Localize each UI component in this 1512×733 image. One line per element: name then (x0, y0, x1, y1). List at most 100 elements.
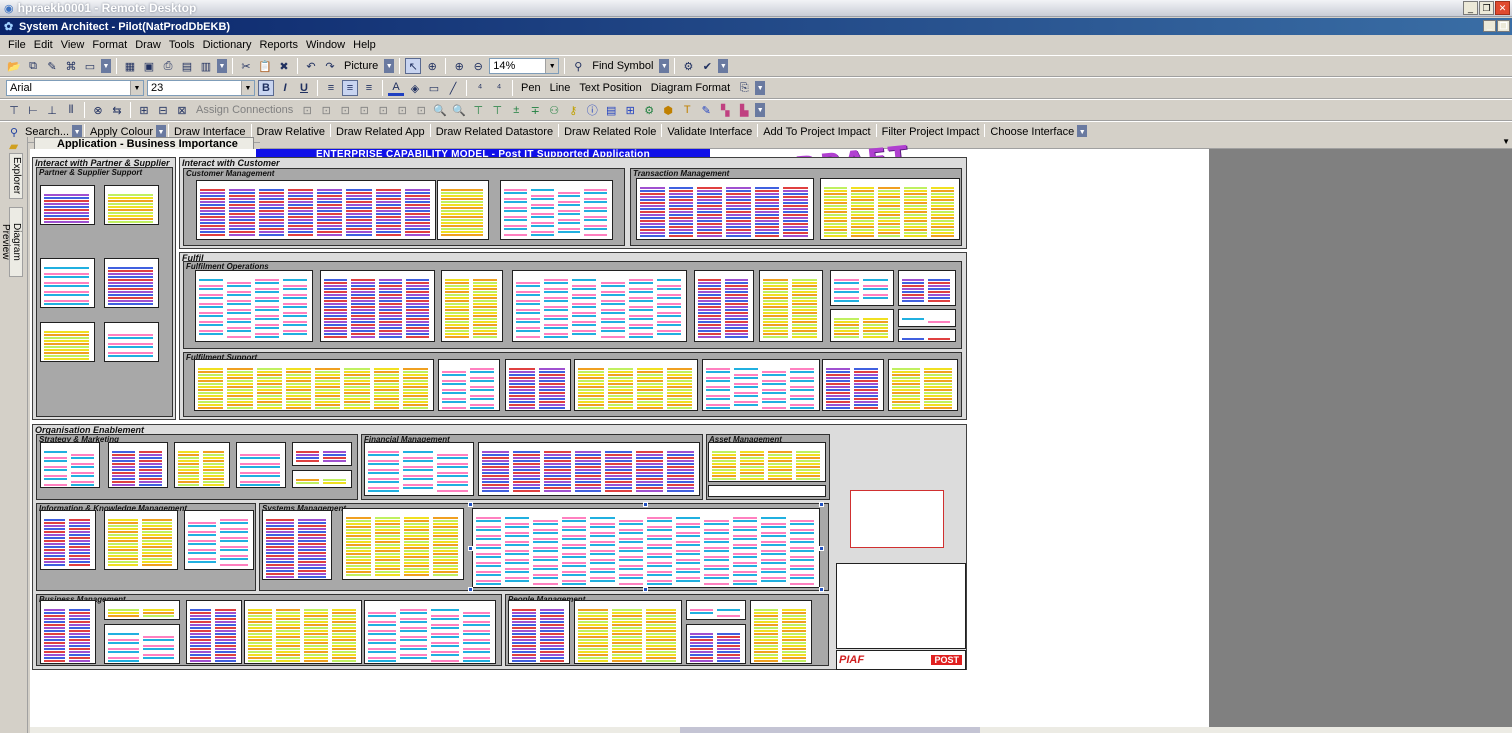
binoculars-icon[interactable]: ⚲ (570, 58, 586, 74)
save-icon[interactable]: ▣ (141, 58, 157, 74)
key-icon[interactable]: ⚷ (565, 102, 581, 118)
check-dropdown[interactable]: ▼ (718, 59, 729, 73)
add-icon[interactable]: ± (508, 102, 524, 118)
align-middle-icon[interactable]: ⊢ (25, 102, 41, 118)
capability-box[interactable] (40, 258, 95, 308)
bold-button[interactable]: B (258, 80, 274, 96)
capability-box[interactable] (888, 359, 958, 411)
capability-box[interactable] (820, 178, 960, 240)
undo-icon[interactable]: ↶ (303, 58, 319, 74)
capability-box[interactable] (437, 180, 489, 240)
app-minimize-button[interactable]: _ (1483, 20, 1496, 32)
preview-icon[interactable]: ▤ (179, 58, 195, 74)
capability-box[interactable] (104, 600, 180, 620)
capability-box[interactable] (364, 600, 496, 664)
zoom-out-icon[interactable]: ⊖ (470, 58, 486, 74)
capability-box[interactable] (686, 600, 746, 620)
menu-edit[interactable]: Edit (34, 39, 53, 51)
search-icon[interactable]: 🔍 (432, 102, 448, 118)
layout-dropdown[interactable]: ▼ (755, 103, 766, 117)
capability-box[interactable] (40, 600, 96, 664)
cut-icon[interactable]: ✂ (238, 58, 254, 74)
capability-box[interactable] (636, 178, 814, 240)
selection-handle[interactable] (819, 502, 824, 507)
text-size-down-icon[interactable]: ⁴ (491, 80, 507, 96)
print-icon[interactable]: ⎙ (160, 58, 176, 74)
fill-color-icon[interactable]: ◈ (407, 80, 423, 96)
capability-box[interactable] (40, 185, 95, 225)
copy-icon[interactable]: ⧉ (25, 58, 41, 74)
menu-tools[interactable]: Tools (169, 39, 195, 51)
menu-view[interactable]: View (61, 39, 85, 51)
capability-box[interactable] (694, 270, 754, 342)
selection-handle[interactable] (468, 546, 473, 551)
delete-icon[interactable]: ✖ (276, 58, 292, 74)
capability-box[interactable] (830, 309, 894, 342)
open-icon[interactable]: 📂 (6, 58, 22, 74)
scroll-right-icon[interactable]: ▼ (1502, 137, 1510, 146)
capability-box[interactable] (244, 600, 362, 664)
group-icon[interactable]: ⚇ (546, 102, 562, 118)
capability-box[interactable] (750, 600, 812, 664)
capability-box[interactable] (108, 442, 168, 488)
tool-icon-1[interactable]: ⊡ (299, 102, 315, 118)
text-position-button[interactable]: Text Position (576, 82, 644, 94)
capability-box[interactable] (320, 270, 435, 342)
menu-window[interactable]: Window (306, 39, 345, 51)
spell-icon[interactable]: ⚙ (680, 58, 696, 74)
toolbar-dropdown-2[interactable]: ▼ (217, 59, 227, 73)
menu-reports[interactable]: Reports (259, 39, 298, 51)
redo-icon[interactable]: ↷ (322, 58, 338, 74)
cube-icon[interactable]: ⬢ (660, 102, 676, 118)
capability-box[interactable] (184, 510, 254, 570)
properties-icon[interactable]: ▥ (198, 58, 214, 74)
tool-icon-6[interactable]: ⊡ (394, 102, 410, 118)
font-size-combo[interactable]: 23 ▼ (147, 80, 255, 96)
menu-help[interactable]: Help (353, 39, 376, 51)
capability-box[interactable] (574, 600, 682, 664)
pen-button[interactable]: Pen (518, 82, 544, 94)
tool-icon-5[interactable]: ⊡ (375, 102, 391, 118)
auto-layout-icon[interactable]: ⊟ (155, 102, 171, 118)
chart-icon[interactable]: ▙ (736, 102, 752, 118)
tool-icon-3[interactable]: ⊡ (337, 102, 353, 118)
capability-box[interactable] (472, 508, 820, 588)
distribute-icon[interactable]: ⫴ (63, 102, 79, 118)
capability-box[interactable] (759, 270, 823, 342)
app-restore-button[interactable]: ❐ (1497, 20, 1510, 32)
menu-format[interactable]: Format (92, 39, 127, 51)
zoom-in-icon[interactable]: ⊕ (451, 58, 467, 74)
selection-handle[interactable] (468, 502, 473, 507)
menu-draw[interactable]: Draw (135, 39, 161, 51)
capability-box[interactable] (708, 485, 826, 497)
minimize-button[interactable]: _ (1463, 1, 1478, 15)
align-right-icon[interactable]: ≡ (361, 80, 377, 96)
picture-dropdown[interactable]: ▼ (384, 59, 395, 73)
capability-box[interactable] (702, 359, 820, 411)
hierarchy-2-icon[interactable]: ⊤ (489, 102, 505, 118)
selection-handle[interactable] (643, 502, 648, 507)
restore-button[interactable]: ❐ (1479, 1, 1494, 15)
find-symbol-button[interactable]: Find Symbol (589, 60, 656, 72)
selection-handle[interactable] (819, 546, 824, 551)
font-combo[interactable]: Arial ▼ (6, 80, 144, 96)
diagram-preview-tab[interactable]: Diagram Preview (0, 207, 23, 277)
scroll-thumb[interactable] (680, 727, 980, 733)
capability-box[interactable] (441, 270, 503, 342)
align-left-icon[interactable]: ≡ (323, 80, 339, 96)
route-icon[interactable]: ⇆ (109, 102, 125, 118)
horizontal-scrollbar[interactable] (30, 727, 1512, 733)
layout-icon[interactable]: ⊞ (136, 102, 152, 118)
picture-button[interactable]: Picture (341, 60, 381, 72)
selection-handle[interactable] (819, 587, 824, 592)
capability-box[interactable] (196, 180, 436, 240)
capability-box[interactable] (500, 180, 613, 240)
capability-box[interactable] (686, 624, 746, 664)
capability-box[interactable] (104, 624, 180, 664)
check-icon[interactable]: ✔ (699, 58, 715, 74)
capability-box[interactable] (898, 329, 956, 342)
font-color-icon[interactable]: A (388, 80, 404, 96)
explorer-tab[interactable]: Explorer (9, 153, 23, 199)
capability-box[interactable] (478, 442, 700, 496)
align-center-icon[interactable]: ≡ (342, 80, 358, 96)
